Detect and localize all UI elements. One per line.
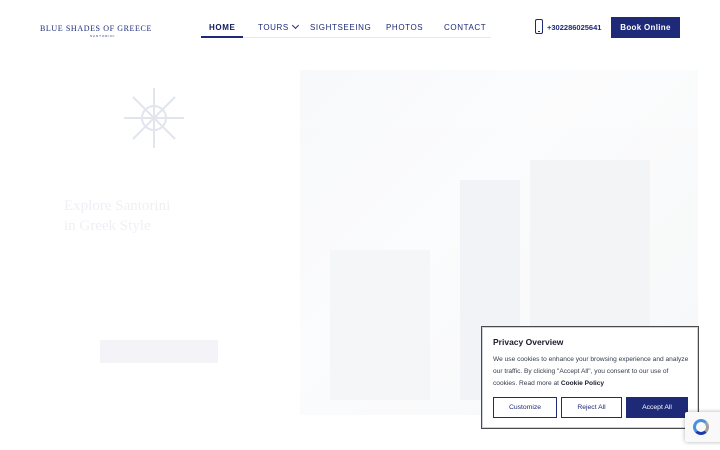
nav-active-indicator bbox=[201, 36, 243, 38]
site-logo[interactable]: BLUE SHADES OF GREECE SANTORINI bbox=[40, 24, 152, 38]
logo-subtext: SANTORINI bbox=[90, 34, 116, 38]
privacy-dialog: Privacy Overview We use cookies to enhan… bbox=[481, 326, 699, 429]
cookie-policy-link[interactable]: Cookie Policy bbox=[561, 380, 604, 387]
chevron-down-icon bbox=[291, 21, 299, 30]
nav-item-home[interactable]: HOME bbox=[209, 23, 235, 32]
hero-button[interactable] bbox=[100, 340, 218, 363]
privacy-text: We use cookies to enhance your browsing … bbox=[493, 354, 689, 390]
nav-item-photos[interactable]: PHOTOS bbox=[386, 23, 423, 32]
book-online-button[interactable]: Book Online bbox=[611, 17, 680, 38]
hero-title: Explore Santorini in Greek Style bbox=[64, 196, 170, 236]
reject-all-button[interactable]: Reject All bbox=[561, 397, 622, 418]
recaptcha-badge[interactable] bbox=[685, 412, 720, 442]
customize-button[interactable]: Customize bbox=[493, 397, 557, 418]
nav-item-sightseeing[interactable]: SIGHTSEEING bbox=[310, 23, 371, 32]
recaptcha-icon bbox=[693, 419, 709, 435]
phone-icon bbox=[535, 19, 543, 34]
hero-image-building bbox=[330, 250, 430, 400]
nav-underline bbox=[201, 37, 491, 38]
logo-text: BLUE SHADES OF GREECE bbox=[40, 24, 152, 33]
hero-title-line2: in Greek Style bbox=[64, 218, 151, 234]
privacy-title: Privacy Overview bbox=[493, 337, 564, 347]
accept-all-button[interactable]: Accept All bbox=[626, 397, 688, 418]
nav-item-contact[interactable]: CONTACT bbox=[444, 23, 486, 32]
nav-item-tours-label: TOURS bbox=[258, 23, 289, 32]
phone-link[interactable]: +302286025641 bbox=[547, 23, 601, 32]
nav-item-tours[interactable]: TOURS bbox=[258, 21, 299, 32]
hero-emblem-icon bbox=[124, 88, 184, 148]
hero-title-line1: Explore Santorini bbox=[64, 198, 171, 214]
site-header: BLUE SHADES OF GREECE SANTORINI HOME TOU… bbox=[0, 0, 720, 56]
